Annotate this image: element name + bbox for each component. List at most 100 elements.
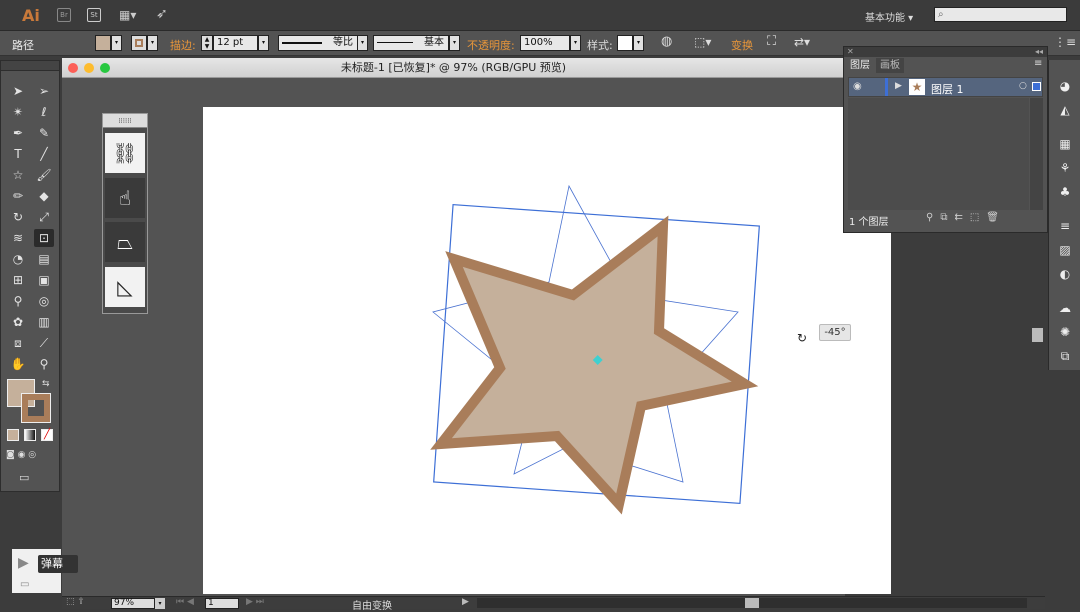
style-dropdown[interactable]: ▾ (633, 35, 644, 51)
tab-artboards[interactable]: 画板 (876, 58, 904, 73)
danmu-button[interactable]: 弹幕 (38, 555, 78, 573)
artboard-nav-prev[interactable]: ⏮ ◀ (176, 597, 194, 607)
column-graph-icon[interactable]: ▥ (34, 313, 54, 331)
symbols-icon[interactable]: ♣ (1057, 184, 1073, 200)
bridge-icon[interactable]: Br (57, 8, 71, 22)
slice-tool-icon[interactable]: ⟋ (34, 334, 54, 352)
screen-mode-icon[interactable]: ▭ (19, 471, 39, 485)
transparency-icon[interactable]: ▨ (1057, 242, 1073, 258)
recolor-icon[interactable]: ◍ (661, 34, 672, 49)
artboard-number-input[interactable]: 1 (205, 598, 239, 609)
canvas-artwork[interactable]: ↻ (62, 58, 845, 596)
selection-indicator[interactable] (1032, 82, 1041, 91)
arrange-icon[interactable]: ⇄▾ (794, 35, 810, 49)
expand-triangle-icon[interactable]: ▶ (895, 81, 902, 91)
paintbrush-icon[interactable]: 🖌 (34, 166, 54, 184)
free-distort-icon[interactable]: ◺ (105, 267, 145, 307)
layers-scrollbar[interactable] (1030, 98, 1043, 210)
control-menu-icon[interactable]: ⋮≡ (1054, 35, 1076, 49)
isolate-icon[interactable]: ⛶ (767, 34, 776, 49)
swatches-icon[interactable]: ▦ (1057, 136, 1073, 152)
horizontal-scrollbar[interactable] (477, 598, 1027, 608)
blend-tool-icon[interactable]: ◎ (34, 292, 54, 310)
align-icon[interactable]: ⬚▾ (694, 35, 711, 49)
stroke-color-box[interactable] (21, 393, 51, 423)
layer-row[interactable]: ◉ ▶ ★ 图层 1 ○ (848, 77, 1043, 97)
transform-link[interactable]: 变换 (731, 37, 753, 53)
variable-width-profile[interactable]: 等比 (278, 35, 358, 51)
pen-tool-icon[interactable]: ✒ (8, 124, 28, 142)
brushes-icon[interactable]: ⚘ (1057, 160, 1073, 176)
color-mode-icon[interactable] (7, 429, 19, 441)
horizontal-scroll-thumb[interactable] (745, 598, 759, 608)
play-icon[interactable]: ▶ (18, 555, 29, 571)
perspective-grid-icon[interactable]: ▤ (34, 250, 54, 268)
stroke-panel-icon[interactable]: ≡ (1057, 218, 1073, 234)
none-mode-icon[interactable]: ╱ (41, 429, 53, 441)
stroke-weight-input[interactable]: 12 pt (213, 35, 258, 51)
gradient-mode-icon[interactable] (24, 429, 36, 441)
zoom-dropdown[interactable]: ▾ (155, 598, 165, 609)
mesh-tool-icon[interactable]: ⊞ (8, 271, 28, 289)
draw-mode-icons[interactable]: ◙ ◉ ◎ (6, 450, 54, 464)
free-transform-tool-icon[interactable]: ⊡ (34, 229, 54, 247)
fill-swatch[interactable] (95, 35, 111, 51)
stock-icon[interactable]: St (87, 8, 101, 22)
fill-dropdown[interactable]: ▾ (111, 35, 122, 51)
pencil-icon[interactable]: ✏ (8, 187, 28, 205)
scale-tool-icon[interactable]: ⤢ (34, 208, 54, 226)
gradient-tool-icon[interactable]: ▣ (34, 271, 54, 289)
status-menu-arrow[interactable]: ▶ (462, 597, 469, 607)
gpu-performance-icon[interactable]: ➶ (156, 6, 168, 22)
shape-builder-icon[interactable]: ◔ (8, 250, 28, 268)
curvature-tool-icon[interactable]: ✎ (34, 124, 54, 142)
layer-name[interactable]: 图层 1 (931, 81, 964, 97)
libraries-icon[interactable]: ☁ (1057, 300, 1073, 316)
zoom-tool-icon[interactable]: ⚲ (34, 355, 54, 373)
profile-dropdown[interactable]: ▾ (357, 35, 368, 51)
line-tool-icon[interactable]: ╱ (34, 145, 54, 163)
selection-tool-icon[interactable]: ➤ (8, 82, 28, 100)
comment-icon[interactable]: ▭ (20, 579, 29, 590)
search-input[interactable]: ⌕ (934, 7, 1067, 22)
eraser-icon[interactable]: ◆ (34, 187, 54, 205)
perspective-distort-icon[interactable]: ⏢ (105, 222, 145, 262)
star-tool-icon[interactable]: ☆ (8, 166, 28, 184)
stroke-label[interactable]: 描边: (170, 37, 196, 53)
opacity-dropdown[interactable]: ▾ (570, 35, 581, 51)
graphic-style-swatch[interactable] (617, 35, 633, 51)
arrange-documents-icon[interactable]: ▦▾ (119, 8, 141, 22)
zoom-level-input[interactable]: 97% (111, 598, 155, 609)
magic-wand-icon[interactable]: ✴ (8, 103, 28, 121)
hand-tool-icon[interactable]: ✋ (8, 355, 28, 373)
width-tool-icon[interactable]: ≋ (8, 229, 28, 247)
stroke-weight-dropdown[interactable]: ▾ (258, 35, 269, 51)
graphic-styles-icon[interactable]: ✺ (1057, 324, 1073, 340)
vertical-scroll-thumb[interactable] (1032, 328, 1043, 342)
gradient-panel-icon[interactable]: ◭ (1057, 102, 1073, 118)
status-icons[interactable]: ⬚ ⇪ (66, 597, 85, 607)
brush-definition[interactable]: 基本 (373, 35, 449, 51)
opacity-label[interactable]: 不透明度: (467, 37, 515, 53)
layers-panel-icon[interactable]: ⧉ (1057, 348, 1073, 364)
visibility-eye-icon[interactable]: ◉ (853, 81, 862, 92)
layer-actions-icons[interactable]: ⚲⧉⇇⬚🗑 (926, 212, 1046, 223)
color-guide-icon[interactable]: ◕ (1057, 78, 1073, 94)
target-icon[interactable]: ○ (1019, 81, 1027, 91)
lasso-icon[interactable]: ℓ (34, 103, 54, 121)
free-transform-icon[interactable]: ☝ (105, 178, 145, 218)
artboard-tool-icon[interactable]: ⧈ (8, 334, 28, 352)
brush-dropdown[interactable]: ▾ (449, 35, 460, 51)
vertical-scrollbar[interactable] (1031, 236, 1045, 594)
type-tool-icon[interactable]: T (8, 145, 28, 163)
rotate-tool-icon[interactable]: ↻ (8, 208, 28, 226)
widget-grip[interactable]: ⁞⁞⁞⁞⁞⁞ (103, 114, 147, 128)
stroke-dropdown[interactable]: ▾ (147, 35, 158, 51)
constrain-link-icon[interactable]: ⛓ (105, 133, 145, 173)
direct-selection-tool-icon[interactable]: ➢ (34, 82, 54, 100)
artboard-nav-next[interactable]: ▶ ⏭ (246, 597, 264, 607)
toolbox-grip[interactable] (1, 61, 59, 71)
appearance-icon[interactable]: ◐ (1057, 266, 1073, 282)
stroke-swatch[interactable] (131, 35, 147, 51)
eyedropper-icon[interactable]: ⚲ (8, 292, 28, 310)
